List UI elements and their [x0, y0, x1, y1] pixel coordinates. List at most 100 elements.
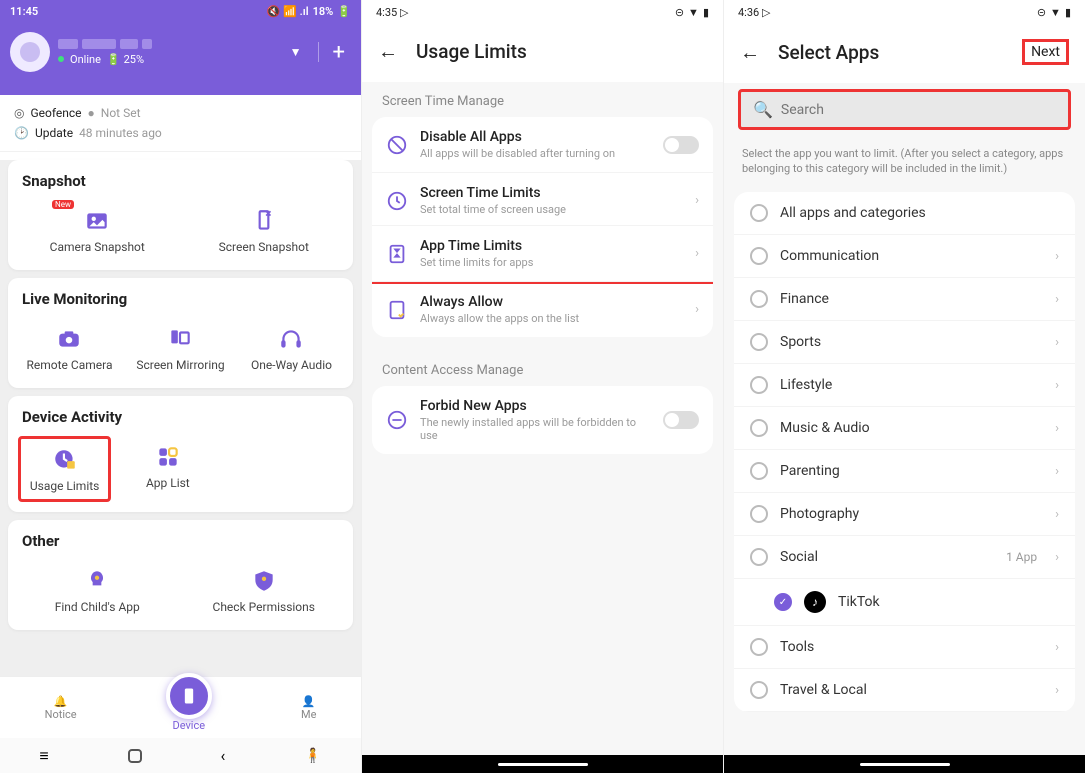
chevron-right-icon: ›	[1055, 550, 1059, 565]
accessibility-icon[interactable]: 🧍	[304, 748, 321, 764]
usage-limits-item[interactable]: Usage Limits	[18, 436, 111, 502]
screen-mirror-item[interactable]: Screen Mirroring	[125, 318, 236, 378]
back-arrow-icon[interactable]: ←	[378, 39, 398, 64]
search-box[interactable]: 🔍	[738, 89, 1071, 130]
always-allow-row[interactable]: Always Allow Always allow the apps on th…	[372, 281, 713, 337]
page-title: Usage Limits	[416, 40, 527, 63]
cat-social[interactable]: Social1 App›	[734, 536, 1075, 579]
radio[interactable]	[750, 290, 768, 308]
shield-icon	[251, 568, 277, 594]
recents-icon[interactable]: ≡	[39, 746, 48, 766]
bottom-nav: 🔔 Notice Device 👤 Me	[0, 676, 361, 738]
cat-tools[interactable]: Tools›	[734, 626, 1075, 669]
forbid-new-apps-row[interactable]: Forbid New Apps The newly installed apps…	[372, 386, 713, 454]
next-button[interactable]: Next	[1022, 39, 1069, 65]
app-tiktok-row[interactable]: ✓♪TikTok	[734, 579, 1075, 626]
play-icon: ▷	[762, 6, 770, 19]
radio[interactable]	[750, 204, 768, 222]
camera-snapshot-item[interactable]: New Camera Snapshot	[14, 200, 181, 260]
radio[interactable]	[750, 462, 768, 480]
chevron-right-icon: ›	[1055, 640, 1059, 655]
radio[interactable]	[750, 548, 768, 566]
nav-notice[interactable]: 🔔 Notice	[45, 695, 77, 721]
radio[interactable]	[750, 376, 768, 394]
phone-snapshot-icon	[251, 208, 277, 234]
search-input[interactable]	[781, 102, 1056, 118]
live-monitoring-card: Live Monitoring Remote Camera Screen Mir…	[8, 278, 353, 388]
cat-communication[interactable]: Communication›	[734, 235, 1075, 278]
radio[interactable]	[750, 419, 768, 437]
one-way-audio-item[interactable]: One-Way Audio	[236, 318, 347, 378]
remote-camera-item[interactable]: Remote Camera	[14, 318, 125, 378]
avatar[interactable]	[10, 32, 50, 72]
update-label: Update	[35, 123, 73, 143]
home-indicator[interactable]	[498, 763, 588, 766]
search-icon: 🔍	[753, 100, 773, 119]
status-right: ⊝▼▮	[675, 6, 709, 19]
cat-lifestyle[interactable]: Lifestyle›	[734, 364, 1075, 407]
disable-all-apps-row[interactable]: Disable All Apps All apps will be disabl…	[372, 117, 713, 172]
geofence-icon: ◎	[14, 103, 24, 123]
radio[interactable]	[750, 681, 768, 699]
back-arrow-icon[interactable]: ←	[740, 40, 760, 65]
snapshot-title: Snapshot	[8, 172, 353, 196]
content-access-card: Forbid New Apps The newly installed apps…	[372, 386, 713, 454]
info-strip: ◎Geofence●Not Set 🕑Update48 minutes ago	[0, 95, 361, 152]
geofence-label: Geofence	[30, 103, 81, 123]
radio[interactable]	[750, 638, 768, 656]
chevron-right-icon: ›	[1055, 683, 1059, 698]
status-bar: 4:35 ▷ ⊝▼▮	[362, 0, 723, 25]
radio[interactable]	[750, 333, 768, 351]
cat-finance[interactable]: Finance›	[734, 278, 1075, 321]
chevron-down-icon[interactable]: ▼	[290, 45, 302, 59]
nav-bar	[724, 755, 1085, 773]
cat-music[interactable]: Music & Audio›	[734, 407, 1075, 450]
app-grid-icon	[155, 444, 181, 470]
live-title: Live Monitoring	[8, 290, 353, 314]
update-value: 48 minutes ago	[79, 123, 162, 143]
bell-icon: 🔔	[45, 695, 77, 708]
screen-time-limits-row[interactable]: Screen Time Limits Set total time of scr…	[372, 172, 713, 228]
device-activity-title: Device Activity	[8, 408, 353, 432]
disable-icon	[386, 134, 408, 156]
radio[interactable]	[750, 247, 768, 265]
find-child-app-item[interactable]: Find Child's App	[14, 560, 181, 620]
add-button[interactable]: +	[327, 40, 351, 65]
clock-icon: 🕑	[14, 123, 29, 143]
screen-snapshot-item[interactable]: Screen Snapshot	[181, 200, 348, 260]
cat-travel[interactable]: Travel & Local›	[734, 669, 1075, 712]
disable-toggle[interactable]	[663, 136, 699, 154]
cat-parenting[interactable]: Parenting›	[734, 450, 1075, 493]
status-bar: 4:36 ▷ ⊝▼▮	[724, 0, 1085, 25]
home-icon[interactable]	[128, 749, 142, 763]
battery-chip: 🔋25%	[107, 53, 144, 66]
nav-device[interactable]: Device	[166, 683, 212, 732]
app-list-item[interactable]: App List	[111, 436, 224, 502]
other-title: Other	[8, 532, 353, 556]
new-badge: New	[52, 200, 74, 209]
back-icon[interactable]: ‹	[220, 746, 225, 765]
section-screen-time: Screen Time Manage	[362, 82, 723, 117]
check-permissions-item[interactable]: Check Permissions	[181, 560, 348, 620]
device-fab-icon	[166, 673, 212, 719]
cat-sports[interactable]: Sports›	[734, 321, 1075, 364]
status-time: 11:45	[10, 5, 38, 18]
profile-name-redacted	[58, 39, 282, 49]
nav-me[interactable]: 👤 Me	[301, 695, 316, 721]
chevron-right-icon: ›	[1055, 378, 1059, 393]
cat-all[interactable]: All apps and categories	[734, 192, 1075, 235]
online-label: Online	[70, 53, 101, 66]
cat-photography[interactable]: Photography›	[734, 493, 1075, 536]
chevron-right-icon: ›	[1055, 292, 1059, 307]
hint-text: Select the app you want to limit. (After…	[724, 136, 1085, 186]
mirror-icon	[167, 326, 193, 352]
radio[interactable]	[750, 505, 768, 523]
chevron-right-icon: ›	[1055, 249, 1059, 264]
check-list-icon	[386, 299, 408, 321]
chevron-right-icon: ›	[695, 302, 699, 317]
forbid-toggle[interactable]	[663, 411, 699, 429]
system-nav: ≡ ‹ 🧍	[0, 738, 361, 773]
home-indicator[interactable]	[860, 763, 950, 766]
radio-checked[interactable]: ✓	[774, 593, 792, 611]
app-time-limits-row[interactable]: App Time Limits Set time limits for apps…	[372, 225, 713, 284]
